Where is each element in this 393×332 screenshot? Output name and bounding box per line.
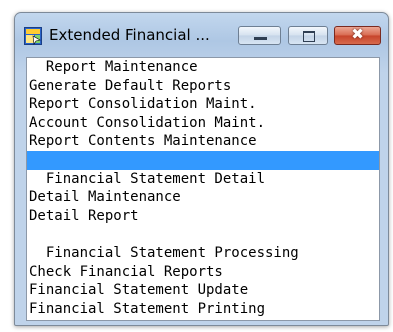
menu-item-detail-maintenance[interactable]: Detail Maintenance [27, 188, 379, 207]
menu-item-financial-statement-update[interactable]: Financial Statement Update [27, 281, 379, 300]
menu-list[interactable]: Report Maintenance Generate Default Repo… [26, 57, 380, 321]
menu-item-selected-blank[interactable] [27, 150, 379, 170]
menu-item-check-financial-reports[interactable]: Check Financial Reports [27, 263, 379, 282]
menu-item-report-consolidation-maint[interactable]: Report Consolidation Maint. [27, 95, 379, 114]
close-icon: ✖ [351, 25, 364, 43]
window-title: Extended Financial ... [49, 26, 210, 44]
menu-item-detail-report[interactable]: Detail Report [27, 207, 379, 226]
menu-item-financial-statement-printing[interactable]: Financial Statement Printing [27, 300, 379, 319]
close-button[interactable]: ✖ [334, 25, 381, 45]
menu-section-header-financial-statement-processing: Financial Statement Processing [29, 244, 299, 261]
maximize-icon [303, 31, 315, 42]
minimize-button[interactable] [238, 26, 281, 45]
menu-section-header-report-maintenance: Report Maintenance [29, 59, 198, 75]
app-window-icon [24, 27, 42, 45]
window: Extended Financial ... ✖ Report Maintena… [14, 12, 389, 326]
menu-section-header-financial-statement-detail: Financial Statement Detail [29, 170, 266, 187]
minimize-icon [254, 37, 267, 40]
title-bar[interactable]: Extended Financial ... ✖ [15, 13, 388, 51]
menu-item-generate-default-reports[interactable]: Generate Default Reports [27, 77, 379, 96]
maximize-button[interactable] [288, 26, 328, 45]
menu-blank-line [27, 225, 379, 244]
menu-item-report-contents-maintenance[interactable]: Report Contents Maintenance [27, 132, 379, 151]
menu-item-account-consolidation-maint[interactable]: Account Consolidation Maint. [27, 114, 379, 133]
